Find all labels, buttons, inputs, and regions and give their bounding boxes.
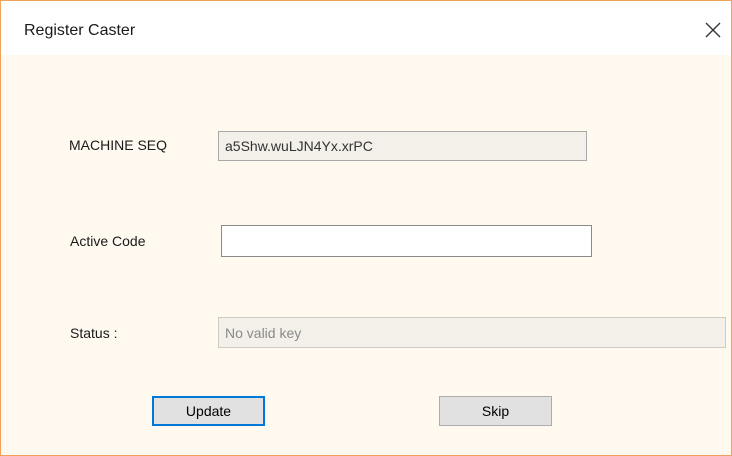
machine-seq-field[interactable]: a5Shw.wuLJN4Yx.xrPC — [218, 131, 587, 161]
register-caster-dialog: Register Caster MACHINE SEQ a5Shw.wuLJN4… — [0, 0, 732, 456]
active-code-input[interactable] — [221, 225, 592, 257]
status-label: Status : — [70, 325, 118, 341]
update-button[interactable]: Update — [152, 396, 265, 426]
active-code-label: Active Code — [70, 233, 146, 249]
close-icon — [705, 22, 721, 38]
title-bar: Register Caster — [1, 1, 731, 55]
status-field: No valid key — [218, 317, 726, 348]
machine-seq-label: MACHINE SEQ — [69, 137, 168, 153]
skip-button[interactable]: Skip — [439, 396, 552, 426]
window-title: Register Caster — [24, 22, 136, 39]
dialog-body: MACHINE SEQ a5Shw.wuLJN4Yx.xrPC Active C… — [1, 55, 731, 455]
close-button[interactable] — [695, 13, 731, 49]
